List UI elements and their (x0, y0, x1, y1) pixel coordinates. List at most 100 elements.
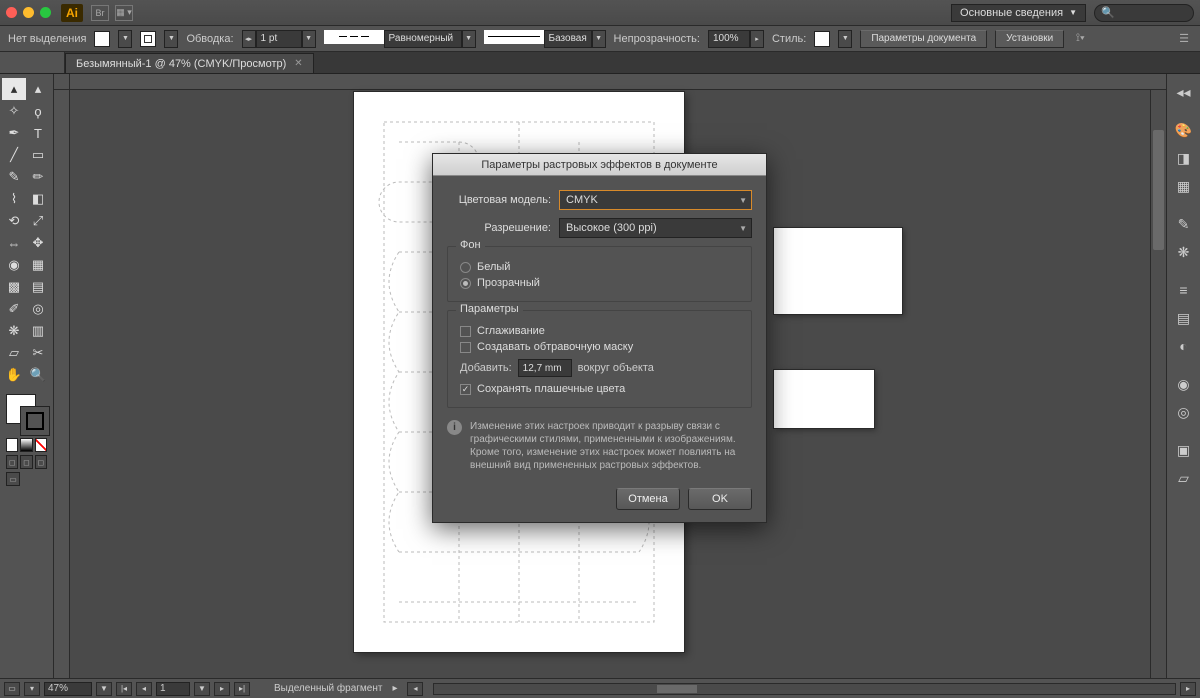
antialias-checkbox[interactable]: Сглаживание (460, 325, 739, 337)
shape-builder-tool[interactable]: ◉ (2, 254, 26, 276)
stroke-weight-dropdown[interactable]: ▼ (302, 30, 316, 48)
color-panel-icon[interactable]: 🎨 (1167, 116, 1200, 144)
pen-tool[interactable]: ✒ (2, 122, 26, 144)
close-icon[interactable]: ✕ (294, 58, 302, 69)
artboards-panel-icon[interactable]: ▱ (1167, 464, 1200, 492)
color-guide-panel-icon[interactable]: ◨ (1167, 144, 1200, 172)
artboard-nav-menu[interactable]: ▾ (24, 682, 40, 696)
zoom-field[interactable]: 47% (44, 682, 92, 696)
last-artboard-button[interactable]: ▸| (234, 682, 250, 696)
color-none-icon[interactable] (35, 438, 47, 452)
selection-tool[interactable]: ▴ (2, 78, 26, 100)
gradient-panel-icon[interactable]: ▤ (1167, 304, 1200, 332)
style-dropdown[interactable]: ▼ (838, 30, 852, 48)
stroke-weight-input[interactable] (256, 30, 302, 48)
direct-selection-tool[interactable]: ▴ (26, 78, 50, 100)
opacity-input[interactable] (708, 30, 750, 48)
document-params-button[interactable]: Параметры документа (860, 30, 987, 48)
mesh-tool[interactable]: ▩ (2, 276, 26, 298)
cancel-button[interactable]: Отмена (616, 488, 680, 510)
brushes-panel-icon[interactable]: ✎ (1167, 210, 1200, 238)
ruler-origin[interactable] (54, 74, 70, 90)
artboard-nav-icon[interactable]: ▭ (4, 682, 20, 696)
stroke-profile-dropdown[interactable]: ▼ (462, 30, 476, 48)
brush-select[interactable] (544, 30, 592, 48)
free-transform-tool[interactable]: ✥ (26, 232, 50, 254)
stroke-profile-select[interactable] (384, 30, 462, 48)
brush-dropdown[interactable]: ▼ (592, 30, 606, 48)
draw-normal-icon[interactable]: ◻ (6, 455, 18, 469)
h-scrollbar-thumb[interactable] (657, 685, 697, 693)
color-gradient-icon[interactable] (20, 438, 32, 452)
transparency-panel-icon[interactable]: ◐ (1167, 332, 1200, 360)
artboard-tool[interactable]: ▱ (2, 342, 26, 364)
align-tools-icon[interactable]: ⟟▾ (1072, 31, 1088, 47)
rectangle-tool[interactable]: ▭ (26, 144, 50, 166)
line-tool[interactable]: ╱ (2, 144, 26, 166)
ruler-vertical[interactable] (54, 90, 70, 678)
zoom-tool[interactable]: 🔍 (26, 364, 50, 386)
fill-swatch[interactable] (94, 31, 110, 47)
lasso-tool[interactable]: ϙ (26, 100, 50, 122)
hand-tool[interactable]: ✋ (2, 364, 26, 386)
width-tool[interactable]: ⇔ (2, 232, 26, 254)
stroke-label[interactable]: Обводка: (186, 33, 233, 45)
workspace-selector[interactable]: Основные сведения ▼ (951, 4, 1086, 22)
close-window-icon[interactable] (6, 7, 17, 18)
fill-dropdown[interactable]: ▼ (118, 30, 132, 48)
zoom-dropdown[interactable]: ▼ (96, 682, 112, 696)
preferences-button[interactable]: Установки (995, 30, 1064, 48)
perspective-grid-tool[interactable]: ▦ (26, 254, 50, 276)
preserve-spot-checkbox[interactable]: ✓ Сохранять плашечные цвета (460, 383, 739, 395)
bridge-button[interactable]: Br (91, 5, 109, 21)
prev-artboard-button[interactable]: ◂ (136, 682, 152, 696)
style-swatch[interactable] (814, 31, 830, 47)
eyedropper-tool[interactable]: ✐ (2, 298, 26, 320)
blob-brush-tool[interactable]: ⌇ (2, 188, 26, 210)
add-around-input[interactable] (518, 359, 572, 377)
color-model-select[interactable]: CMYK ▼ (559, 190, 752, 210)
eraser-tool[interactable]: ◧ (26, 188, 50, 210)
stroke-stepper[interactable]: ◂▸ (242, 30, 256, 48)
control-bar-menu-icon[interactable]: ☰ (1176, 31, 1192, 47)
stroke-color[interactable] (20, 406, 50, 436)
screen-mode-icon[interactable]: ▭ (6, 472, 20, 486)
scroll-right-button[interactable]: ▸ (1180, 682, 1196, 696)
bg-transparent-radio[interactable]: Прозрачный (460, 277, 739, 289)
ok-button[interactable]: OK (688, 488, 752, 510)
minimize-window-icon[interactable] (23, 7, 34, 18)
next-artboard-button[interactable]: ▸ (214, 682, 230, 696)
bg-white-radio[interactable]: Белый (460, 261, 739, 273)
stroke-swatch[interactable] (140, 31, 156, 47)
swatches-panel-icon[interactable]: ▦ (1167, 172, 1200, 200)
slice-tool[interactable]: ✂ (26, 342, 50, 364)
scale-tool[interactable]: ⤢ (26, 210, 50, 232)
graphic-styles-panel-icon[interactable]: ◎ (1167, 398, 1200, 426)
artboard-dropdown[interactable]: ▼ (194, 682, 210, 696)
artboard-number-field[interactable]: 1 (156, 682, 190, 696)
color-solid-icon[interactable] (6, 438, 18, 452)
draw-inside-icon[interactable]: ◻ (35, 455, 47, 469)
fill-stroke-control[interactable] (2, 392, 48, 434)
layers-panel-icon[interactable]: ▣ (1167, 436, 1200, 464)
appearance-panel-icon[interactable]: ◉ (1167, 370, 1200, 398)
collapse-dock-icon[interactable]: ◂◂ (1167, 78, 1200, 106)
clip-mask-checkbox[interactable]: Создавать обтравочную маску (460, 341, 739, 353)
stroke-dropdown[interactable]: ▼ (164, 30, 178, 48)
scrollbar-thumb[interactable] (1153, 130, 1164, 250)
draw-behind-icon[interactable]: ◻ (20, 455, 32, 469)
scroll-left-button[interactable]: ◂ (407, 682, 423, 696)
blend-tool[interactable]: ◎ (26, 298, 50, 320)
zoom-window-icon[interactable] (40, 7, 51, 18)
document-tab[interactable]: Безымянный-1 @ 47% (CMYK/Просмотр) ✕ (65, 53, 314, 73)
type-tool[interactable]: T (26, 122, 50, 144)
symbols-panel-icon[interactable]: ❋ (1167, 238, 1200, 266)
ruler-horizontal[interactable] (70, 74, 1166, 90)
vertical-scrollbar[interactable] (1150, 90, 1166, 678)
gradient-tool[interactable]: ▤ (26, 276, 50, 298)
rotate-tool[interactable]: ⟲ (2, 210, 26, 232)
resolution-select[interactable]: Высокое (300 ppi) ▼ (559, 218, 752, 238)
column-graph-tool[interactable]: ▥ (26, 320, 50, 342)
pencil-tool[interactable]: ✏ (26, 166, 50, 188)
magic-wand-tool[interactable]: ✧ (2, 100, 26, 122)
